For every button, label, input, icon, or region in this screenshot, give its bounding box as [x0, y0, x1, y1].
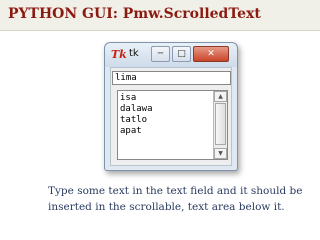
close-button[interactable]: ✕ — [193, 46, 229, 62]
scrolled-text-area[interactable]: isa dalawa tatlo apat — [120, 93, 210, 137]
text-line: isa — [120, 93, 137, 103]
window-title: tk — [129, 48, 139, 59]
text-line: dalawa — [120, 104, 153, 114]
slide-caption: Type some text in the text field and it … — [48, 185, 303, 213]
tk-window: Tk tk ─ □ ✕ lima isa dalawa tatlo apat ▲… — [104, 42, 238, 171]
text-entry-field[interactable]: lima — [112, 71, 231, 85]
scroll-up-icon[interactable]: ▲ — [214, 91, 227, 102]
vertical-scrollbar[interactable]: ▲ ▼ — [213, 91, 227, 159]
window-client-area: lima isa dalawa tatlo apat ▲ ▼ — [110, 67, 232, 166]
slide-header: PYTHON GUI: Pmw.ScrolledText — [0, 0, 320, 31]
text-line: apat — [120, 126, 142, 136]
tk-logo-icon: Tk — [111, 48, 127, 61]
scrollbar-thumb[interactable] — [215, 103, 226, 145]
text-line: tatlo — [120, 115, 148, 125]
scroll-down-icon[interactable]: ▼ — [214, 148, 227, 159]
slide-title: PYTHON GUI: Pmw.ScrolledText — [8, 6, 261, 22]
maximize-button[interactable]: □ — [172, 46, 191, 62]
window-titlebar[interactable]: Tk tk ─ □ ✕ — [105, 43, 237, 67]
minimize-button[interactable]: ─ — [151, 46, 170, 62]
scrolled-text-widget: isa dalawa tatlo apat ▲ ▼ — [117, 90, 228, 160]
